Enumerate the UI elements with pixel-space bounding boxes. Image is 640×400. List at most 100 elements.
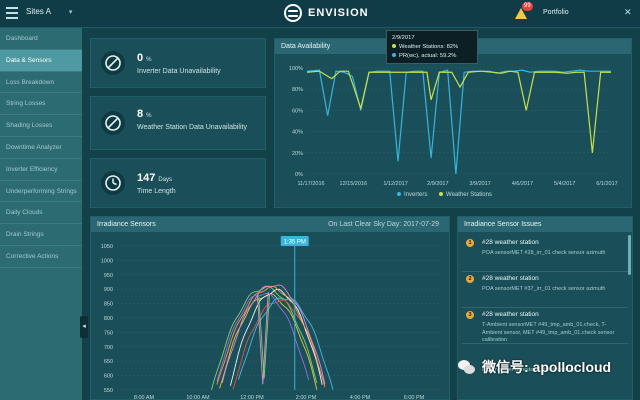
x-tick-label: 1/12/2017 (383, 181, 407, 187)
kpi-value: 8% (137, 108, 152, 120)
divider (462, 307, 628, 308)
y-tick-label: 60% (292, 108, 303, 114)
sidebar-item[interactable]: Corrective Actions (0, 246, 82, 268)
no-data-icon (101, 111, 125, 135)
wechat-icon (458, 359, 476, 375)
issue-number-badge: 2 (466, 275, 474, 283)
y-tick-label: 550 (104, 388, 113, 394)
site-selector-label: Sites A (26, 7, 51, 16)
issue-description: POA sensorMET #37_irr_01 check sensor az… (482, 286, 606, 292)
x-tick-label: 6/1/2017 (596, 181, 617, 187)
chart-tooltip: 2/9/2017 Weather Stations: 82% PR(wc), a… (386, 30, 478, 64)
x-tick-label: 2:00 PM (296, 395, 317, 400)
x-tick-label: 8:00 AM (134, 395, 155, 400)
clock-icon (101, 171, 125, 195)
issue-number-badge: 3 (466, 311, 474, 319)
close-icon[interactable]: ✕ (624, 7, 632, 18)
legend-label-weather-stations[interactable]: Weather Stations (446, 192, 492, 198)
chart-legend: Inverters Weather Stations (397, 192, 492, 198)
y-tick-label: 0% (295, 172, 303, 178)
x-tick-label: 2/9/2017 (427, 181, 448, 187)
kpi-card-time-length: 147 Days Time Length (90, 158, 266, 208)
sidebar-item[interactable]: Dashboard (0, 28, 82, 50)
sidebar: Dashboard Data & Sensors Loss Breakdown Str… (0, 28, 82, 400)
no-data-icon (101, 51, 125, 75)
sidebar-item[interactable]: Drain Strings (0, 224, 82, 246)
sidebar-item[interactable]: Underperforming Strings (0, 181, 82, 203)
legend-swatch-inverters (397, 192, 401, 196)
kpi-card-weather-unavailability: 8% Weather Station Data Unavailability (90, 96, 266, 150)
top-bar: Sites A ▾ ENVISION 99 Portfolio ✕ (0, 0, 640, 28)
brand-logo: ENVISION (284, 4, 369, 22)
y-tick-label: 900 (104, 287, 113, 293)
sidebar-item[interactable]: Loss Breakdown (0, 72, 82, 94)
y-tick-label: 850 (104, 302, 113, 308)
alert-count-badge: 99 (522, 2, 533, 11)
menu-icon[interactable] (6, 7, 18, 19)
y-tick-label: 80% (292, 87, 303, 93)
collapse-sidebar-button[interactable]: ◂ (80, 316, 88, 338)
y-tick-label: 750 (104, 330, 113, 336)
issue-title: #28 weather station (482, 311, 539, 318)
kpi-label: Inverter Data Unavailability (137, 68, 221, 75)
issue-title: #28 weather station (482, 275, 539, 282)
watermark: 微信号: apollocloud (458, 352, 634, 382)
legend-swatch-weather-stations (439, 192, 444, 196)
x-tick-label: 4:00 PM (350, 395, 371, 400)
y-tick-label: 650 (104, 359, 113, 365)
sidebar-item[interactable]: Data & Sensors (0, 49, 82, 72)
irradiance-sensors-panel: Irradiance Sensors On Last Clear Sky Day… (90, 216, 450, 400)
irradiance-chart: 550 600 650 700 750 800 850 900 950 1000 1050 8:00 … (101, 236, 441, 400)
kpi-value: 147 Days (137, 172, 173, 184)
data-availability-chart: 0% 20% 40% 60% 80% 100% 11/17/2016 12/15/2016 1/… (289, 66, 618, 187)
time-marker-label: 1:35 PM (284, 240, 306, 246)
y-tick-label: 950 (104, 273, 113, 279)
x-tick-label: 5/4/2017 (554, 181, 575, 187)
y-tick-label: 20% (292, 151, 303, 157)
legend-label-inverters[interactable]: Inverters (404, 192, 427, 198)
y-tick-label: 700 (104, 345, 113, 351)
kpi-card-inverter-unavailability: 0% Inverter Data Unavailability (90, 38, 266, 88)
sensor-line (216, 285, 326, 387)
portfolio-link[interactable]: Portfolio (543, 9, 569, 16)
y-tick-label: 1000 (101, 258, 113, 264)
sidebar-item[interactable]: Inverter Efficiency (0, 159, 82, 181)
x-tick-label: 3/9/2017 (469, 181, 490, 187)
divider (462, 343, 628, 344)
x-tick-label: 11/17/2016 (297, 181, 324, 187)
kpi-label: Weather Station Data Unavailability (137, 124, 247, 131)
tooltip-row-pr: PR(wc), actual: 59.2% (392, 52, 472, 61)
y-tick-label: 1050 (101, 244, 113, 250)
y-tick-label: 100% (289, 66, 303, 72)
sidebar-item[interactable]: Daily Clouds (0, 202, 82, 225)
kpi-label: Time Length (137, 188, 176, 195)
site-selector[interactable]: Sites A ▾ (26, 7, 72, 16)
panel-subtitle: On Last Clear Sky Day: 2017-07-29 (328, 221, 439, 228)
x-tick-label: 12/15/2016 (340, 181, 368, 187)
tooltip-row-weather: Weather Stations: 82% (392, 43, 472, 52)
x-tick-label: 4/6/2017 (512, 181, 533, 187)
envision-logo-icon (284, 4, 302, 22)
y-tick-label: 40% (292, 130, 303, 136)
divider (462, 271, 628, 272)
sensor-line (221, 284, 326, 385)
issue-number-badge: 1 (466, 239, 474, 247)
y-tick-label: 600 (104, 374, 113, 380)
issue-description: T-Ambient sensorMET #49_tmp_amb_01.check… (482, 322, 615, 343)
x-tick-label: 12:00 PM (240, 395, 264, 400)
sensor-line (238, 297, 334, 390)
sidebar-item[interactable]: Shading Losses (0, 115, 82, 137)
sidebar-item[interactable]: Downtime Analyzer (0, 137, 82, 159)
x-tick-label: 10:00 AM (186, 395, 210, 400)
panel-title: Irradiance Sensor Issues (458, 217, 632, 232)
scrollbar[interactable] (628, 235, 631, 275)
watermark-text: 微信号: apollocloud (482, 359, 612, 375)
brand-name: ENVISION (308, 7, 369, 19)
chevron-down-icon: ▾ (68, 9, 73, 16)
issue-title: #28 weather station (482, 239, 539, 246)
kpi-value: 0% (137, 52, 152, 64)
x-tick-label: 6:00 PM (404, 395, 425, 400)
sidebar-item[interactable]: String Losses (0, 93, 82, 116)
tooltip-date: 2/9/2017 (392, 35, 415, 41)
issue-description: POA sensorMET #28_irr_01 check sensor az… (482, 250, 606, 256)
